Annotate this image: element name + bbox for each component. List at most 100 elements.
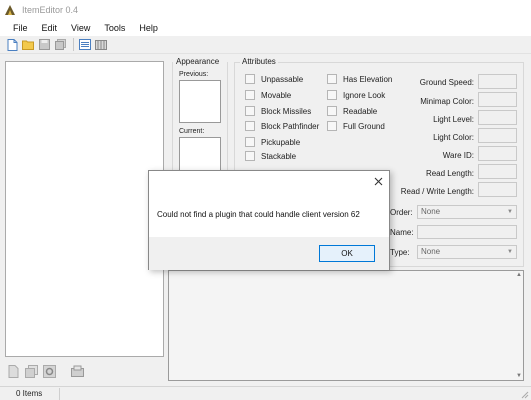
- has-elevation-checkbox[interactable]: Has Elevation: [327, 74, 392, 84]
- checkbox-label: Has Elevation: [343, 74, 393, 84]
- error-dialog: Could not find a plugin that could handl…: [148, 170, 390, 270]
- minimap-color-field[interactable]: [478, 92, 517, 107]
- output-pane[interactable]: ▲ ▼: [168, 270, 524, 381]
- checkbox-label: Stackable: [261, 151, 297, 161]
- checkbox-box[interactable]: [245, 137, 255, 147]
- menu-tools[interactable]: Tools: [97, 23, 132, 33]
- reload-icon: [42, 364, 56, 378]
- light-color-field[interactable]: [478, 128, 517, 143]
- new-item-icon: [8, 364, 18, 378]
- name-field[interactable]: [417, 225, 517, 239]
- ware-id-field[interactable]: [478, 146, 517, 161]
- item-count: 0 Items: [0, 387, 60, 400]
- scroll-up-icon[interactable]: ▲: [516, 272, 522, 278]
- new-button[interactable]: [5, 38, 19, 52]
- light-color-label: Light Color:: [433, 133, 474, 142]
- duplicate-icon: [24, 364, 38, 378]
- checkbox-box[interactable]: [245, 106, 255, 116]
- block-missiles-checkbox[interactable]: Block Missiles: [245, 106, 311, 116]
- menu-bar: File Edit View Tools Help: [0, 20, 531, 36]
- read-length-field[interactable]: [478, 164, 517, 179]
- save-as-icon: [54, 39, 66, 50]
- full-ground-checkbox[interactable]: Full Ground: [327, 121, 385, 131]
- list-icon: [79, 39, 91, 50]
- type-select[interactable]: None ▼: [417, 245, 517, 259]
- ware-id-label: Ware ID:: [442, 151, 474, 160]
- checkbox-box[interactable]: [245, 121, 255, 131]
- previous-sprite-box: [179, 80, 221, 123]
- light-level-field[interactable]: [478, 110, 517, 125]
- dialog-message: Could not find a plugin that could handl…: [157, 210, 360, 219]
- checkbox-box[interactable]: [245, 151, 255, 161]
- checkbox-label: Readable: [343, 106, 378, 116]
- order-label: Order:: [390, 208, 413, 217]
- title-bar: ItemEditor 0.4: [0, 0, 531, 20]
- type-label: Type:: [390, 248, 410, 257]
- new-item-button[interactable]: [5, 363, 21, 379]
- previous-label: Previous:: [179, 71, 209, 78]
- menu-help[interactable]: Help: [132, 23, 165, 33]
- scroll-down-icon[interactable]: ▼: [516, 373, 522, 379]
- checkbox-label: Ignore Look: [343, 90, 386, 100]
- name-label: Name:: [390, 228, 414, 237]
- minimap-color-label: Minimap Color:: [420, 97, 474, 106]
- close-icon: [374, 177, 382, 185]
- order-select[interactable]: None ▼: [417, 205, 517, 219]
- compare-button[interactable]: [94, 38, 108, 52]
- ground-speed-label: Ground Speed:: [419, 78, 474, 87]
- ignore-look-checkbox[interactable]: Ignore Look: [327, 90, 385, 100]
- block-pathfinder-checkbox[interactable]: Block Pathfinder: [245, 121, 319, 131]
- read-write-length-label: Read / Write Length:: [400, 187, 474, 196]
- checkbox-box[interactable]: [327, 74, 337, 84]
- status-bar: 0 Items: [0, 386, 531, 400]
- reload-item-button[interactable]: [41, 363, 57, 379]
- read-write-length-field[interactable]: [478, 182, 517, 197]
- compare-icon: [95, 40, 107, 50]
- item-list-button[interactable]: [78, 38, 92, 52]
- order-value: None: [421, 207, 441, 216]
- close-button[interactable]: [372, 175, 384, 187]
- checkbox-label: Block Missiles: [261, 106, 312, 116]
- checkbox-label: Pickupable: [261, 137, 301, 147]
- open-icon: [22, 40, 34, 50]
- type-value: None: [421, 247, 441, 256]
- ok-button[interactable]: OK: [319, 245, 375, 262]
- duplicate-item-button[interactable]: [23, 363, 39, 379]
- checkbox-label: Full Ground: [343, 121, 385, 131]
- movable-checkbox[interactable]: Movable: [245, 90, 291, 100]
- checkbox-box[interactable]: [327, 121, 337, 131]
- toolbar: [0, 36, 531, 54]
- light-level-label: Light Level:: [433, 115, 474, 124]
- readable-checkbox[interactable]: Readable: [327, 106, 377, 116]
- save-as-button[interactable]: [53, 38, 67, 52]
- current-label: Current:: [179, 128, 205, 135]
- ground-speed-field[interactable]: [478, 74, 517, 89]
- unpassable-checkbox[interactable]: Unpassable: [245, 74, 303, 84]
- checkbox-label: Unpassable: [261, 74, 304, 84]
- stackable-checkbox[interactable]: Stackable: [245, 151, 296, 161]
- menu-edit[interactable]: Edit: [35, 23, 65, 33]
- appearance-label: Appearance: [176, 57, 220, 66]
- checkbox-box[interactable]: [245, 90, 255, 100]
- menu-view[interactable]: View: [64, 23, 97, 33]
- checkbox-box[interactable]: [327, 90, 337, 100]
- item-list[interactable]: [5, 61, 164, 357]
- checkbox-box[interactable]: [245, 74, 255, 84]
- read-length-label: Read Length:: [425, 169, 474, 178]
- dialog-footer: OK: [149, 237, 389, 270]
- attributes-label: Attributes: [240, 57, 278, 66]
- find-item-button[interactable]: [69, 363, 85, 379]
- open-button[interactable]: [21, 38, 35, 52]
- resize-grip-icon[interactable]: [521, 391, 529, 399]
- new-icon: [7, 38, 17, 51]
- chevron-down-icon: ▼: [507, 249, 513, 255]
- menu-file[interactable]: File: [6, 23, 35, 33]
- list-tools: [5, 363, 87, 379]
- window-title: ItemEditor 0.4: [22, 5, 79, 15]
- checkbox-box[interactable]: [327, 106, 337, 116]
- find-icon: [70, 365, 84, 377]
- tools-gap: [59, 363, 69, 379]
- pickupable-checkbox[interactable]: Pickupable: [245, 137, 300, 147]
- save-button[interactable]: [37, 38, 51, 52]
- checkbox-label: Movable: [261, 90, 292, 100]
